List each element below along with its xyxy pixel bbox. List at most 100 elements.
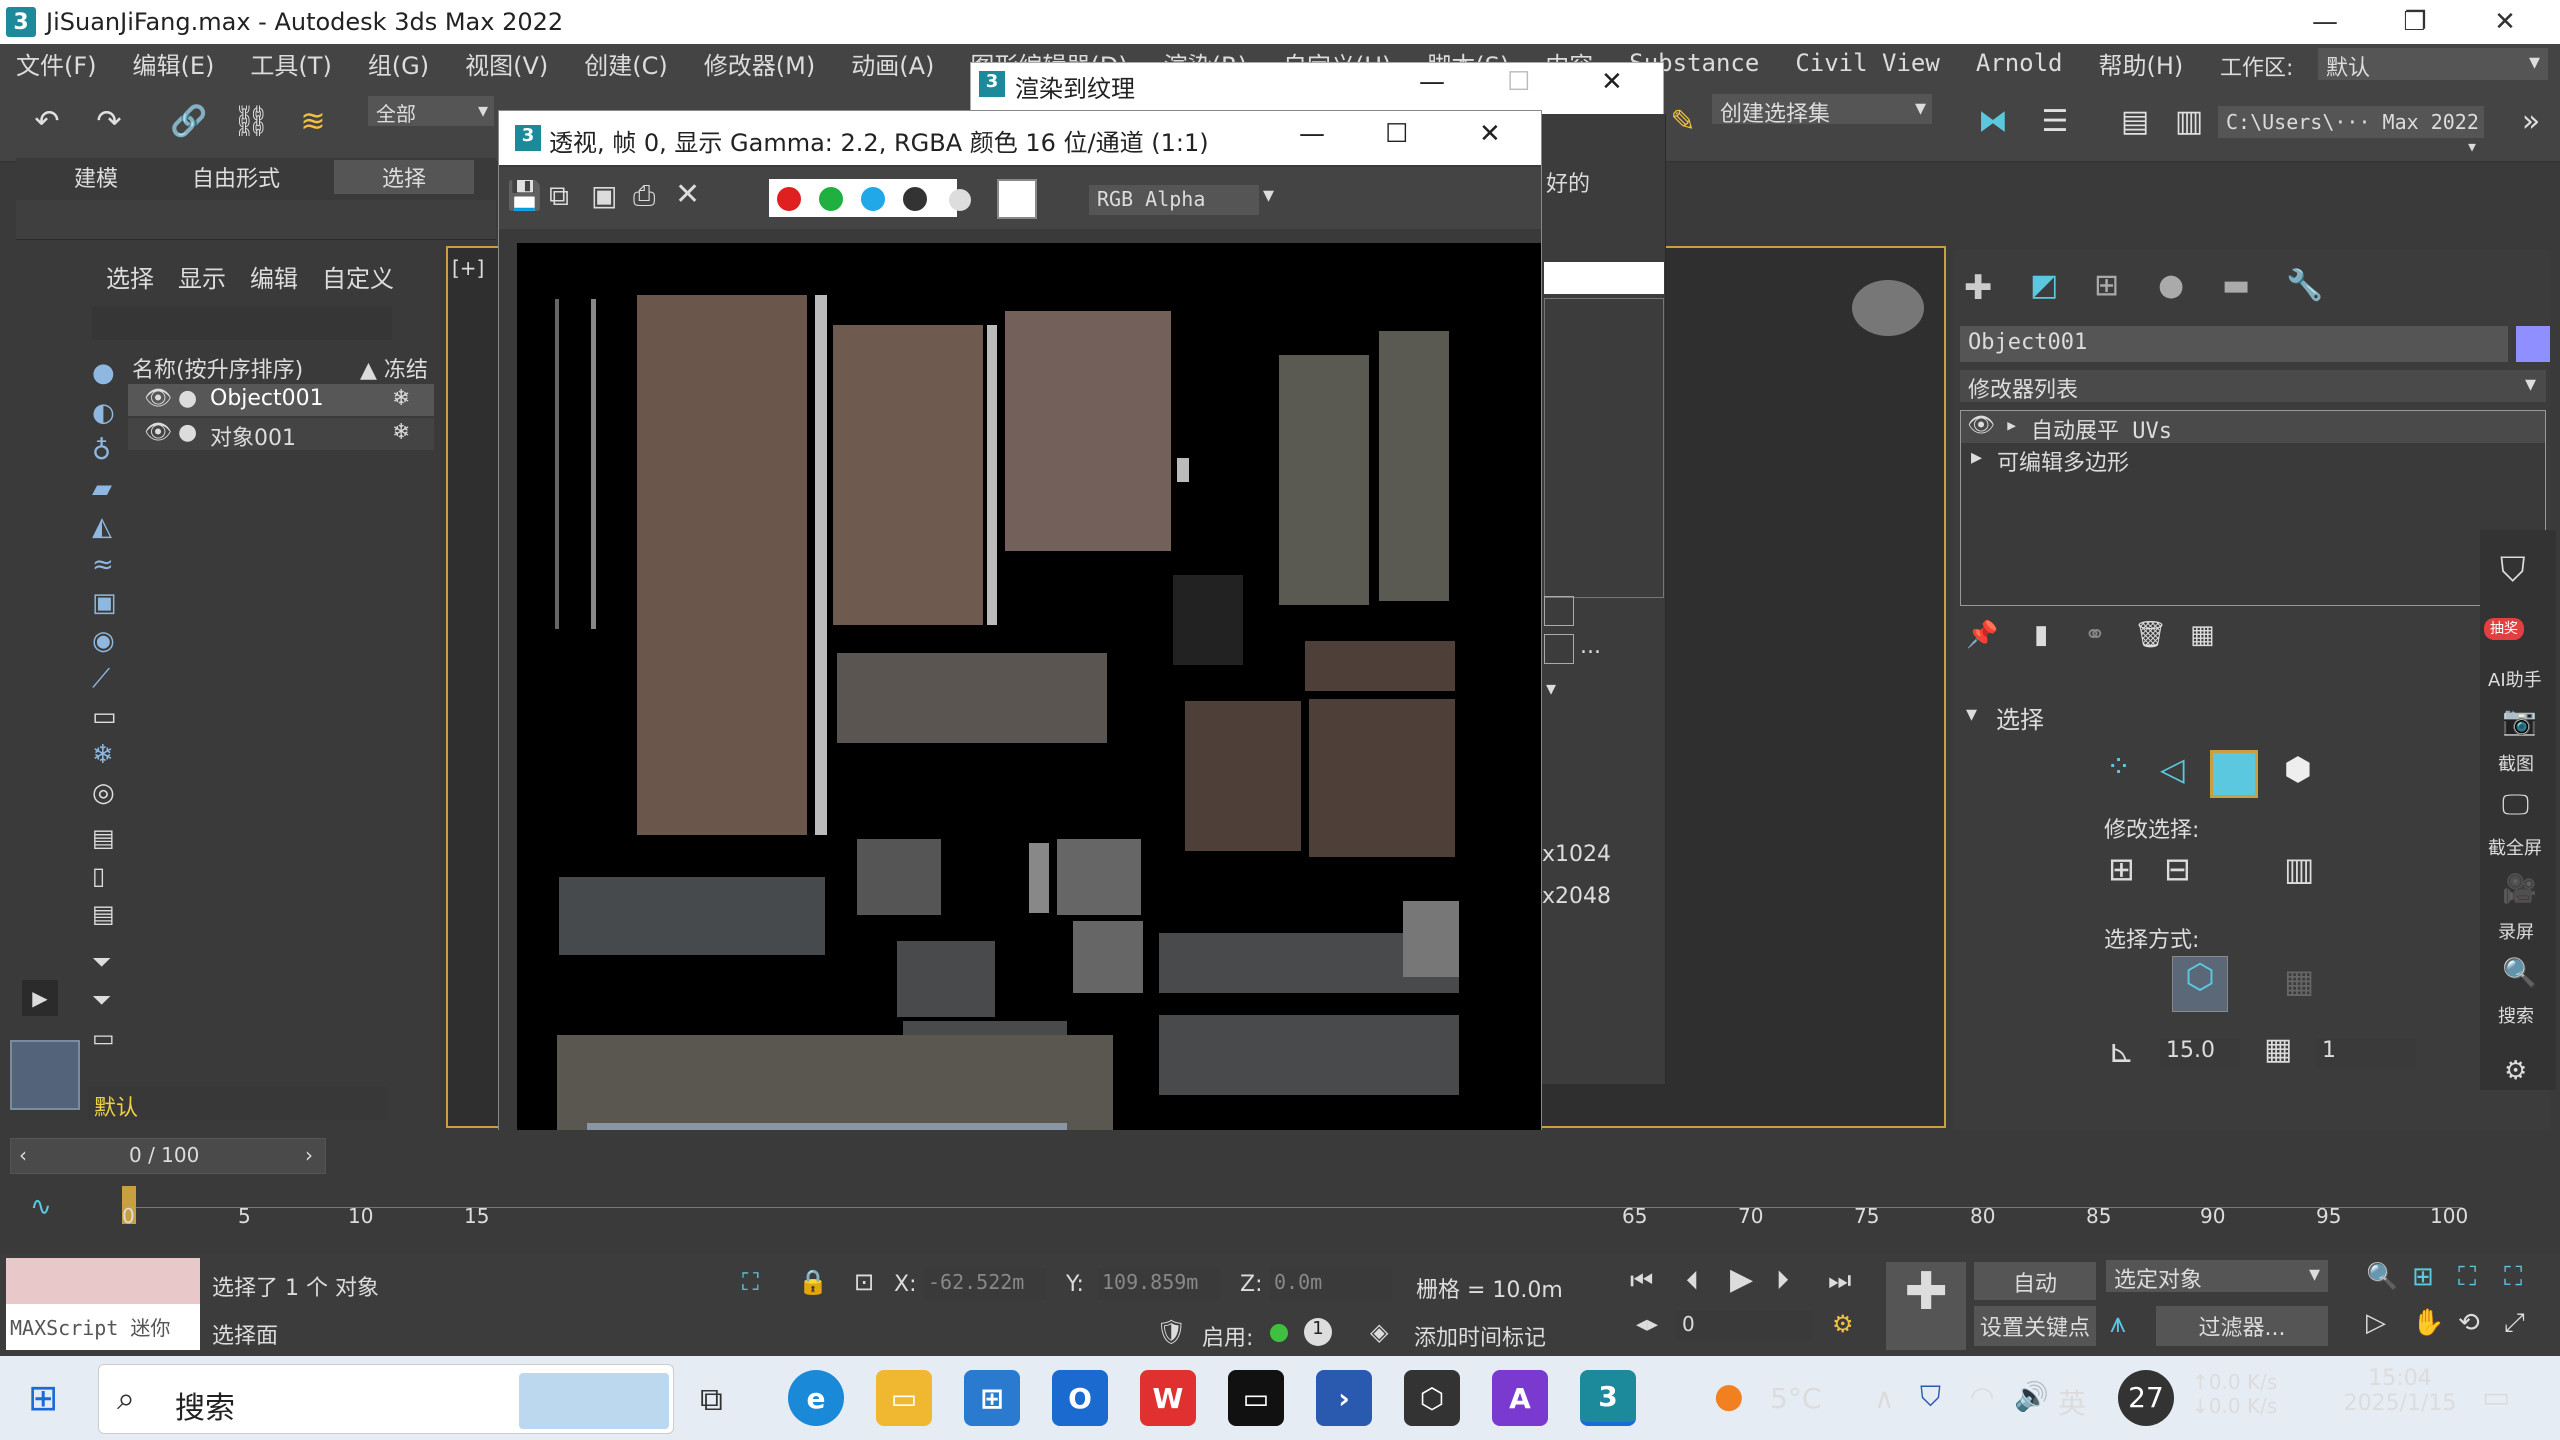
render-dot-icon[interactable]: ● <box>178 420 197 445</box>
display-tab-icon[interactable]: ▬ <box>2222 268 2250 303</box>
container-icon[interactable]: ▭ <box>92 702 117 732</box>
eye-icon[interactable]: 👁 <box>1967 413 1995 438</box>
wifi-icon[interactable]: ◠ <box>1970 1380 1994 1413</box>
chevron-up-icon[interactable]: ∧ <box>1874 1382 1895 1415</box>
channel-dropdown[interactable]: RGB Alpha <box>1089 185 1259 215</box>
clone-icon[interactable]: ▣ <box>591 179 617 212</box>
face-icon[interactable] <box>2210 750 2258 798</box>
notification-badge[interactable]: 27 <box>2118 1370 2174 1426</box>
y-coordinate-input[interactable]: 109.859m <box>1098 1268 1220 1300</box>
copy-icon[interactable]: ⧉ <box>549 179 569 213</box>
screenshot-label[interactable]: 截图 <box>2498 750 2534 776</box>
group-icon[interactable]: ▣ <box>92 588 117 618</box>
hidden-icon[interactable]: ◎ <box>92 778 115 808</box>
auto-key-button[interactable]: 自动 <box>1974 1262 2096 1300</box>
menu-tools[interactable]: 工具(T) <box>250 46 331 81</box>
selection-rollout-title[interactable]: 选择 <box>1996 700 2044 735</box>
menu-help[interactable]: 帮助(H) <box>2099 46 2184 81</box>
isolate-selection-icon[interactable]: ⛶ <box>742 1268 759 1296</box>
menu-views[interactable]: 视图(V) <box>465 46 548 81</box>
menu-modifiers[interactable]: 修改器(M) <box>704 46 815 81</box>
explorer-menu-customize[interactable]: 自定义 <box>322 259 394 294</box>
key-filter-dropdown[interactable]: 选定对象 ▾ <box>2106 1260 2328 1293</box>
create-tab-icon[interactable]: ✚ <box>1964 268 1993 308</box>
key-mode-icon[interactable]: ◂▸ <box>1636 1312 1658 1337</box>
lock-icon[interactable]: 🔒 <box>798 1268 828 1296</box>
blue-channel-icon[interactable] <box>859 185 887 213</box>
absolute-mode-icon[interactable]: ⊡ <box>854 1268 874 1296</box>
light-icon[interactable]: ♁ <box>92 436 111 466</box>
scene-explorer-icon[interactable]: ▤ <box>2112 98 2158 144</box>
menu-file[interactable]: 文件(F) <box>16 46 97 81</box>
link-icon[interactable]: 🔗 <box>166 98 212 144</box>
modifier-list-dropdown[interactable]: 修改器列表 ▾ <box>1960 370 2546 403</box>
clear-icon[interactable]: ✕ <box>675 177 700 212</box>
wps-office-icon[interactable]: W <box>1140 1370 1196 1426</box>
affinity-icon[interactable]: A <box>1492 1370 1548 1426</box>
mirror-icon[interactable]: ⧓ <box>1970 98 2016 144</box>
layers-icon[interactable]: ▭ <box>92 1024 115 1052</box>
alpha-channel-icon[interactable] <box>901 185 929 213</box>
enabled-status-icon[interactable] <box>1270 1324 1288 1342</box>
input-method-indicator[interactable]: 英 <box>2058 1382 2086 1422</box>
layer-dropdown[interactable]: 默认 <box>88 1086 388 1121</box>
size-option[interactable]: x1024 <box>1542 842 1611 867</box>
file-explorer-icon[interactable]: ▭ <box>876 1370 932 1426</box>
ribbon-tab-selection[interactable]: 选择 <box>334 160 474 194</box>
menu-group[interactable]: 组(G) <box>368 46 429 81</box>
orbit-icon[interactable]: ⟲ <box>2458 1308 2480 1338</box>
shapes-icon[interactable]: ◐ <box>92 398 115 428</box>
rtt-checkbox[interactable] <box>1544 634 1574 664</box>
pan-icon[interactable]: ✋ <box>2412 1308 2444 1338</box>
weather-icon[interactable]: ● <box>1714 1376 1744 1416</box>
rtt-list[interactable] <box>1544 298 1664 598</box>
shrink-selection-icon[interactable]: ⊟ <box>2164 850 2191 888</box>
undo-icon[interactable]: ↶ <box>24 98 70 144</box>
z-coordinate-input[interactable]: 0.0m <box>1270 1268 1392 1300</box>
explorer-menu-select[interactable]: 选择 <box>106 259 154 294</box>
microsoft-store-icon[interactable]: ⊞ <box>964 1370 1020 1426</box>
explorer-row[interactable]: 👁 ● Object001 ❄ <box>128 384 434 416</box>
taskbar-search-box[interactable]: ⌕ 搜索 <box>98 1364 674 1434</box>
grow-selection-icon[interactable]: ⊞ <box>2108 850 2135 888</box>
minimize-button[interactable]: — <box>1299 119 1325 149</box>
background-color-swatch[interactable] <box>997 179 1037 219</box>
list-icon[interactable]: ▤ <box>92 824 115 852</box>
time-tag-icon[interactable]: ◈ <box>1370 1318 1388 1346</box>
align-icon[interactable]: ☰ <box>2032 98 2078 144</box>
frozen-icon[interactable]: ❄ <box>92 740 114 770</box>
selection-filter-dropdown[interactable]: 全部 ▾ <box>368 96 494 126</box>
redo-icon[interactable]: ↷ <box>86 98 132 144</box>
count-spinner[interactable]: 1 <box>2316 1038 2416 1068</box>
explorer-row[interactable]: 👁 ● 对象001 ❄ <box>128 418 434 451</box>
zoom-extents-icon[interactable]: ⛶ <box>2458 1262 2476 1293</box>
shield-icon[interactable]: ⛉ <box>2500 550 2526 590</box>
notes-icon[interactable]: ▤ <box>92 900 115 928</box>
record-label[interactable]: 录屏 <box>2498 918 2534 944</box>
eye-icon[interactable]: 👁 <box>144 386 172 411</box>
maximize-button[interactable]: ☐ <box>1507 67 1530 97</box>
terminal-icon[interactable]: ▭ <box>1228 1370 1284 1426</box>
menu-edit[interactable]: 编辑(E) <box>133 46 215 81</box>
close-button[interactable]: ✕ <box>2460 0 2550 44</box>
next-frame-icon[interactable]: ⏵ <box>1776 1266 1789 1297</box>
set-key-button[interactable]: 设置关键点 <box>1974 1306 2096 1346</box>
notification-center-icon[interactable]: ▭ <box>2482 1380 2510 1415</box>
lottery-badge[interactable]: 抽奖 <box>2484 618 2524 640</box>
pin-stack-icon[interactable]: 📌 <box>1966 620 1998 650</box>
unity-hub-icon[interactable]: ⬡ <box>1404 1370 1460 1426</box>
minimize-button[interactable]: — <box>1419 67 1445 97</box>
ribbon-tab-modeling[interactable]: 建模 <box>36 160 156 194</box>
vertex-icon[interactable]: ⁘ <box>2106 750 2131 785</box>
rtt-browse-button[interactable]: ... <box>1580 634 1601 659</box>
select-count-icon[interactable]: ▦ <box>2264 1032 2292 1067</box>
rtt-checkbox[interactable] <box>1544 596 1574 626</box>
bone-icon[interactable]: ⟋ <box>92 664 110 695</box>
freeze-icon[interactable]: ❄ <box>392 386 410 411</box>
column-name[interactable]: 名称(按升序排序) <box>132 352 303 384</box>
ribbon-tab-freeform[interactable]: 自由形式 <box>166 160 306 194</box>
chevron-down-icon[interactable]: ▾ <box>1966 702 1977 727</box>
search-icon[interactable]: 🔍 <box>2502 956 2537 989</box>
outlook-icon[interactable]: O <box>1052 1370 1108 1426</box>
select-by-grid-icon[interactable]: ▦ <box>2284 962 2314 1000</box>
